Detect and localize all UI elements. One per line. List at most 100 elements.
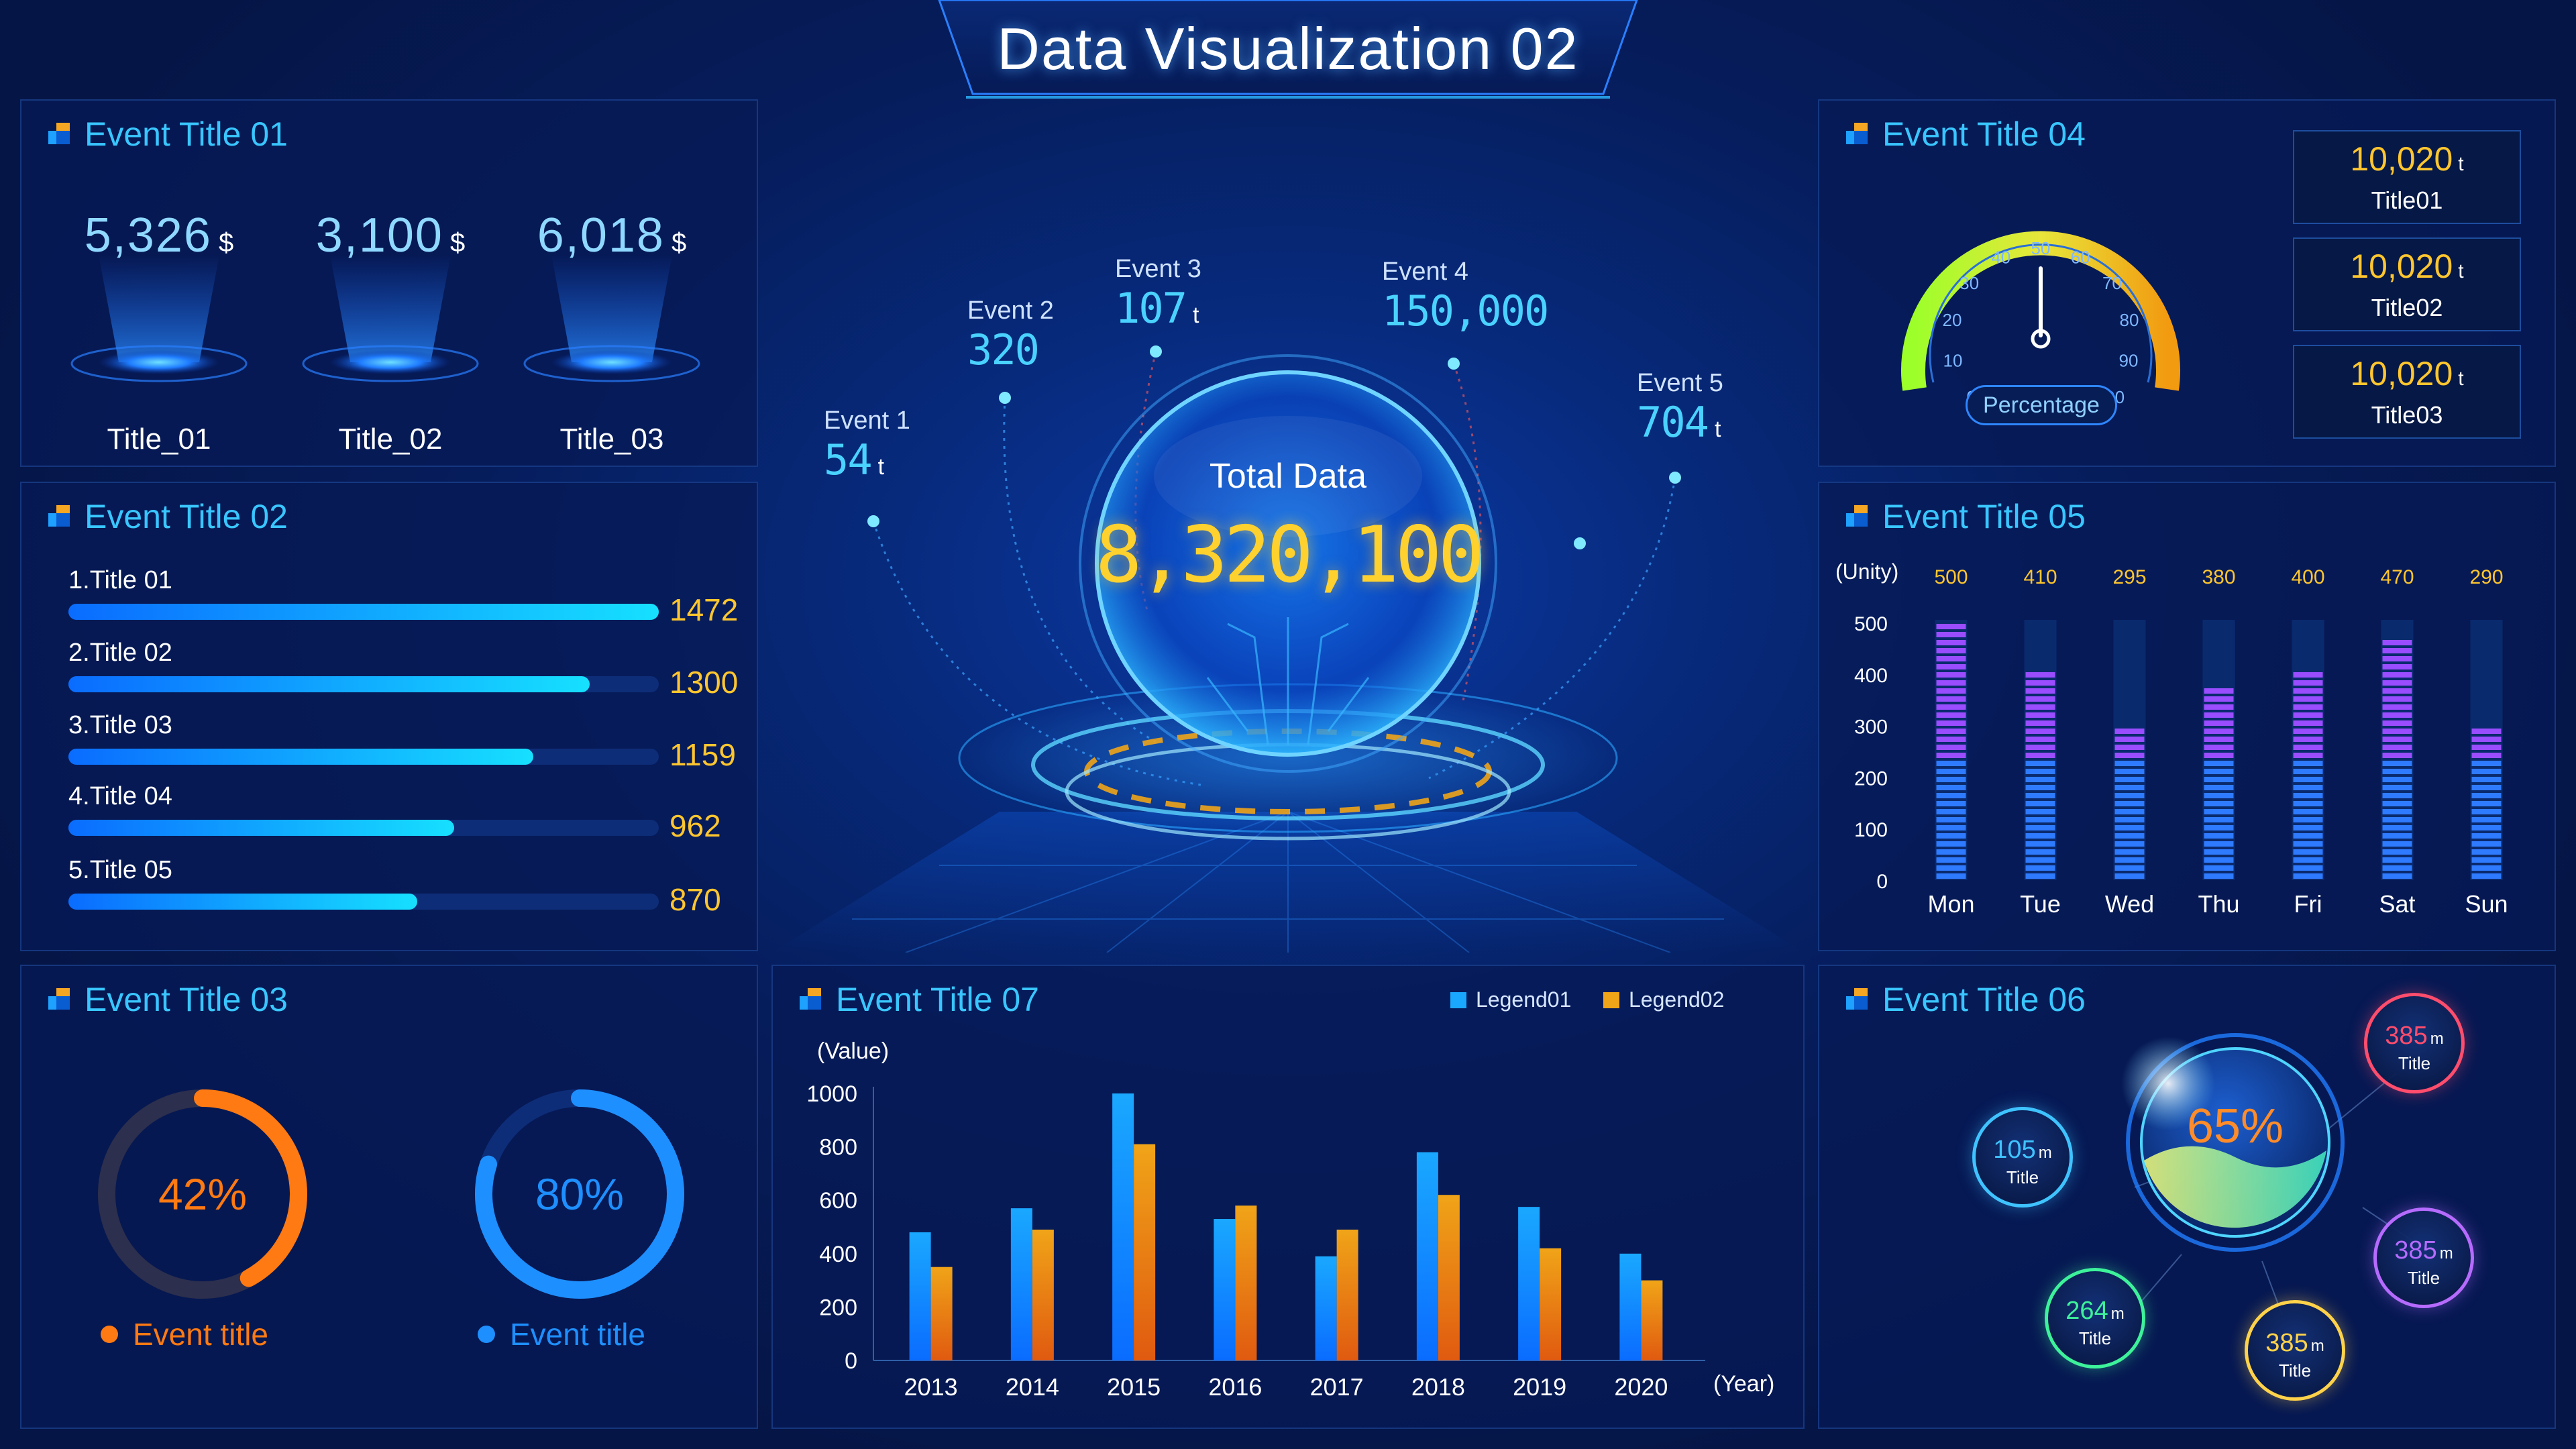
bar-segment: [2114, 793, 2145, 798]
bar-fill: [68, 820, 454, 836]
weekday-bar-chart: 0 100 200 300 400 500 500 Mon 410 Tue 295 Wed 380 Thu…: [1854, 566, 2508, 918]
bar-segment: [1936, 793, 1966, 798]
bar-segment: [2382, 817, 2412, 822]
panel-logo-icon: [48, 505, 71, 528]
bar-segment: [2471, 753, 2502, 758]
bar-segment: [2382, 648, 2412, 653]
kpi-box-2: 10,020 t Title02: [2293, 237, 2521, 331]
bar-value-label: 380: [2202, 566, 2235, 588]
bar-fill: [68, 749, 533, 765]
bar-segment: [2293, 801, 2323, 806]
bar-segment: [2025, 841, 2055, 847]
bar-segment: [2471, 745, 2502, 750]
bar-track: [68, 749, 659, 765]
bar-segment: [2293, 696, 2323, 702]
bar-segment: [1936, 865, 1966, 871]
bar-segment: [2471, 761, 2502, 766]
gauge-tick-label: 10: [1943, 351, 1963, 371]
gauge-tick-label: 20: [1943, 310, 1962, 330]
bar-segment: [2382, 745, 2412, 750]
header: Data Visualization 02: [926, 0, 1650, 101]
bar-label: 1.Title 01: [68, 566, 172, 594]
y-tick-label: 500: [1854, 613, 1888, 635]
bar-segment: [2025, 857, 2055, 863]
bar-segment: [2204, 801, 2234, 806]
bar-segment: [2025, 849, 2055, 855]
bar-segment: [1936, 664, 1966, 669]
bar-segment: [2204, 849, 2234, 855]
x-tick-label: 2018: [1411, 1373, 1465, 1401]
bar-value-label: 290: [2469, 566, 2503, 588]
x-tick-label: Wed: [2105, 890, 2154, 918]
stat-value: 5,326: [84, 209, 212, 262]
bar-segment: [2204, 833, 2234, 839]
bar-segment: [1936, 712, 1966, 718]
bar-segment: [2471, 849, 2502, 855]
gauge-tick-label: 60: [2071, 248, 2090, 268]
bar-segment: [2114, 777, 2145, 782]
y-tick-label: 0: [845, 1348, 857, 1374]
bar-2020-legend02: [1641, 1280, 1663, 1360]
bar-2014-legend01: [1010, 1208, 1032, 1360]
bar-2017-legend02: [1336, 1229, 1358, 1360]
bar-segment: [2025, 712, 2055, 718]
panel-event-06: Event Title 06 65% 385 m Title 105 m Tit…: [1818, 965, 2556, 1429]
yearly-bar-chart: 0 200 400 600 800 1000 2013 2014 2015 2016 2017 201…: [806, 1081, 1705, 1401]
event-value: 54: [824, 435, 873, 484]
stat-label: Title_01: [107, 423, 211, 455]
bubble-label: Title: [2407, 1268, 2440, 1288]
bar-segment: [2471, 865, 2502, 871]
y-tick-label: 0: [1876, 871, 1888, 893]
bar-segment: [2293, 753, 2323, 758]
panel-title: Event Title 02: [48, 496, 288, 537]
bar-segment: [2114, 809, 2145, 814]
kpi-label: Title03: [2371, 401, 2443, 429]
bar-segment: [2204, 696, 2234, 702]
bar-segment: [2204, 793, 2234, 798]
panel-title: Event Title 03: [48, 979, 288, 1020]
bar-segment: [2114, 801, 2145, 806]
bubble-number: 385: [2265, 1329, 2308, 1357]
bar-segment: [2471, 825, 2502, 830]
y-tick-label: 300: [1854, 716, 1888, 739]
bar-2014-legend02: [1032, 1229, 1054, 1360]
bar-segment: [2471, 729, 2502, 734]
bar-segment: [2382, 849, 2412, 855]
bar-segment: [2382, 793, 2412, 798]
kpi-label: Title01: [2371, 186, 2443, 214]
bar-2019-legend01: [1518, 1207, 1540, 1360]
panel-title-text: Event Title 03: [85, 981, 288, 1018]
bar-segment: [1936, 737, 1966, 742]
bar-segment: [2293, 704, 2323, 710]
y-tick-label: 200: [819, 1295, 857, 1320]
bar-segment: [2471, 793, 2502, 798]
bar-value-label: 500: [1934, 566, 1968, 588]
bar-segment: [2382, 672, 2412, 678]
kpi-unit: t: [2458, 153, 2464, 175]
bar-value: 1472: [669, 592, 739, 627]
event-value: 704: [1637, 398, 1709, 447]
bar-segment: [2204, 825, 2234, 830]
bar-segment: [2114, 761, 2145, 766]
stat-value: 3,100: [315, 209, 443, 262]
bar-2013-legend02: [930, 1267, 953, 1360]
bar-segment: [1936, 777, 1966, 782]
bubble-value: 264 m: [2048, 1297, 2142, 1326]
bar-track: [68, 604, 659, 620]
stat-unit: $: [671, 228, 687, 258]
legend-label: Event title: [133, 1317, 268, 1352]
x-tick-label: Sun: [2465, 890, 2508, 918]
total-data-label: Total Data: [1209, 457, 1367, 496]
bar-value-label: 410: [2023, 566, 2057, 588]
bar-segment: [2293, 785, 2323, 790]
panel-event-05: Event Title 05 (Unity) 0 100 200 300 400 500 5…: [1818, 482, 2556, 951]
y-tick-label: 1000: [806, 1081, 857, 1107]
bar-segment: [2293, 672, 2323, 678]
panel-title: Event Title 04: [1846, 114, 2086, 154]
bar-segment: [2382, 753, 2412, 758]
bar-segment: [2382, 680, 2412, 686]
bar-segment: [2204, 769, 2234, 774]
bar-segment: [2382, 841, 2412, 847]
bar-segment: [2471, 777, 2502, 782]
panel-event-01: Event Title 01 5,326 $ Title_01 3,100 $ …: [20, 99, 758, 467]
